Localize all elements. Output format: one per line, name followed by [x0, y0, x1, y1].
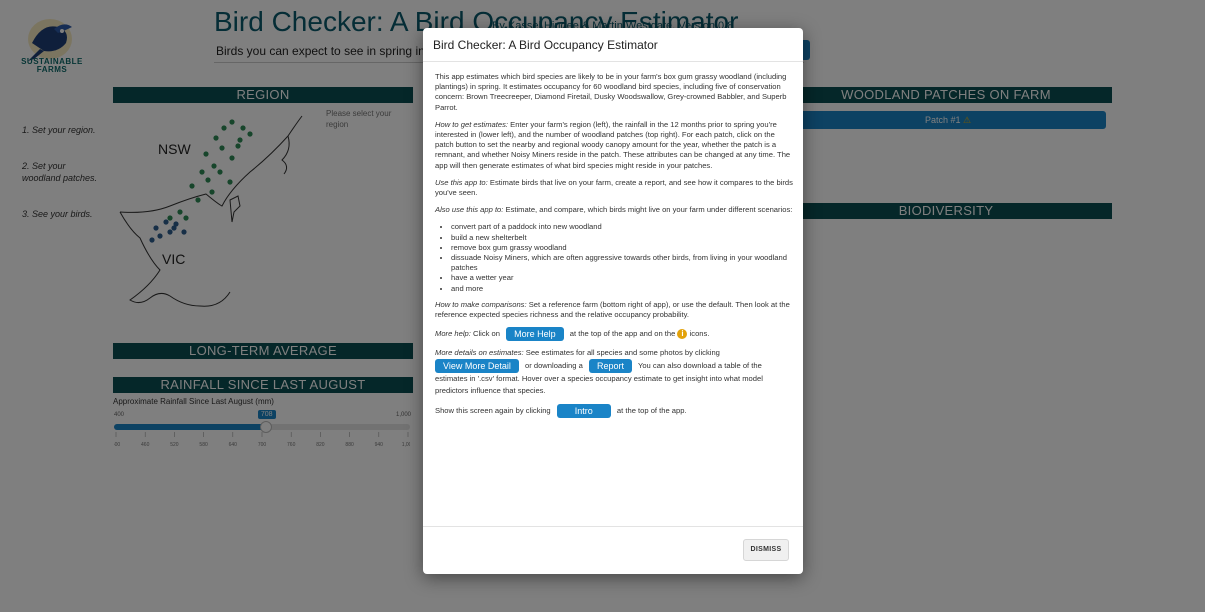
intro-paragraph: This app estimates which bird species ar… — [435, 72, 787, 112]
modal-header: Bird Checker: A Bird Occupancy Estimator — [423, 28, 803, 62]
dismiss-button[interactable]: DISMISS — [743, 539, 789, 561]
help-post: at the top of the app and on the — [569, 329, 676, 339]
help-paragraph: More help: Click on More Help at the top… — [435, 327, 795, 342]
how-label: How to get estimates: — [435, 119, 509, 129]
list-item: build a new shelterbelt — [451, 233, 795, 243]
compare-label: How to make comparisons: — [435, 299, 527, 309]
show-again-paragraph: Show this screen again by clicking Intro… — [435, 404, 795, 419]
intro-button[interactable]: Intro — [556, 404, 611, 419]
modal-footer: DISMISS — [423, 526, 803, 574]
details-paragraph: More details on estimates: See estimates… — [435, 347, 795, 397]
info-icon: i — [677, 329, 688, 340]
help-pre: Click on — [470, 329, 501, 339]
help-label: More help: — [435, 329, 471, 339]
compare-paragraph: How to make comparisons: Set a reference… — [435, 300, 795, 320]
show-pre: Show this screen again by clicking — [435, 406, 551, 416]
or-download-text: or downloading a — [525, 361, 583, 371]
modal-body: This app estimates which bird species ar… — [435, 72, 795, 425]
modal-title: Bird Checker: A Bird Occupancy Estimator — [433, 38, 658, 52]
how-paragraph: How to get estimates: Enter your farm's … — [435, 120, 795, 171]
more-help-button[interactable]: More Help — [506, 327, 564, 342]
view-more-detail-button[interactable]: View More Detail — [435, 359, 519, 374]
list-item: convert part of a paddock into new woodl… — [451, 222, 795, 232]
also-label: Also use this app to: — [435, 205, 504, 215]
scenario-list: convert part of a paddock into new woodl… — [451, 222, 795, 293]
list-item: have a wetter year — [451, 273, 795, 283]
list-item: and more — [451, 284, 795, 294]
use-paragraph: Use this app to: Estimate birds that liv… — [435, 178, 795, 198]
also-text: Estimate, and compare, which birds might… — [503, 205, 793, 215]
details-label: More details on estimates: — [435, 348, 524, 358]
show-post: at the top of the app. — [616, 406, 687, 416]
list-item: remove box gum grassy woodland — [451, 243, 795, 253]
intro-modal: Bird Checker: A Bird Occupancy Estimator… — [423, 28, 803, 574]
use-label: Use this app to: — [435, 177, 488, 187]
also-paragraph: Also use this app to: Estimate, and comp… — [435, 205, 795, 215]
help-icons-text: icons. — [689, 329, 710, 339]
use-text: Estimate birds that live on your farm, c… — [435, 177, 793, 198]
list-item: dissuade Noisy Miners, which are often a… — [451, 253, 795, 273]
report-button[interactable]: Report — [588, 359, 632, 374]
details-text: See estimates for all species and some p… — [523, 348, 720, 358]
